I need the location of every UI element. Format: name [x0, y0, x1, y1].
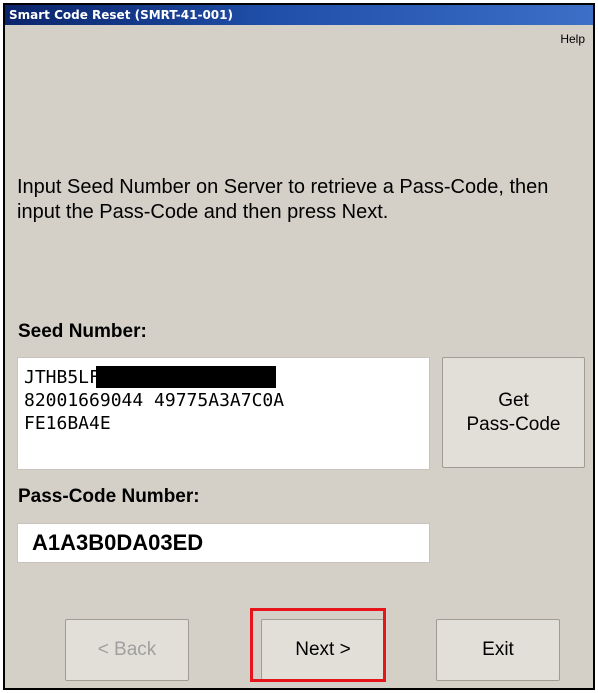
pass-code-number-label: Pass-Code Number: — [18, 486, 200, 507]
next-button[interactable]: Next > — [261, 619, 385, 681]
get-pass-code-label-line2: Pass-Code — [466, 413, 561, 435]
seed-line-2: 82001669044 49775A3A7C0A — [24, 390, 285, 411]
seed-number-label: Seed Number: — [18, 321, 147, 342]
pass-code-input[interactable] — [17, 523, 430, 563]
get-pass-code-label-line1: Get — [498, 389, 529, 411]
window-title-bar: Smart Code Reset (SMRT-41-001) — [5, 5, 593, 25]
get-pass-code-button[interactable]: Get Pass-Code — [442, 357, 585, 468]
instruction-text: Input Seed Number on Server to retrieve … — [17, 176, 549, 223]
exit-button[interactable]: Exit — [436, 619, 560, 681]
back-button[interactable]: < Back — [65, 619, 189, 681]
seed-line-1: JTHB5LF — [24, 367, 100, 388]
seed-number-field[interactable]: JTHB5LF 82001669044 49775A3A7C0A FE16BA4… — [17, 357, 430, 470]
redaction-block — [95, 366, 276, 388]
seed-line-3: FE16BA4E — [24, 413, 111, 434]
help-menu[interactable]: Help — [560, 32, 585, 46]
smart-code-reset-window: Smart Code Reset (SMRT-41-001) Help Inpu… — [3, 3, 595, 690]
